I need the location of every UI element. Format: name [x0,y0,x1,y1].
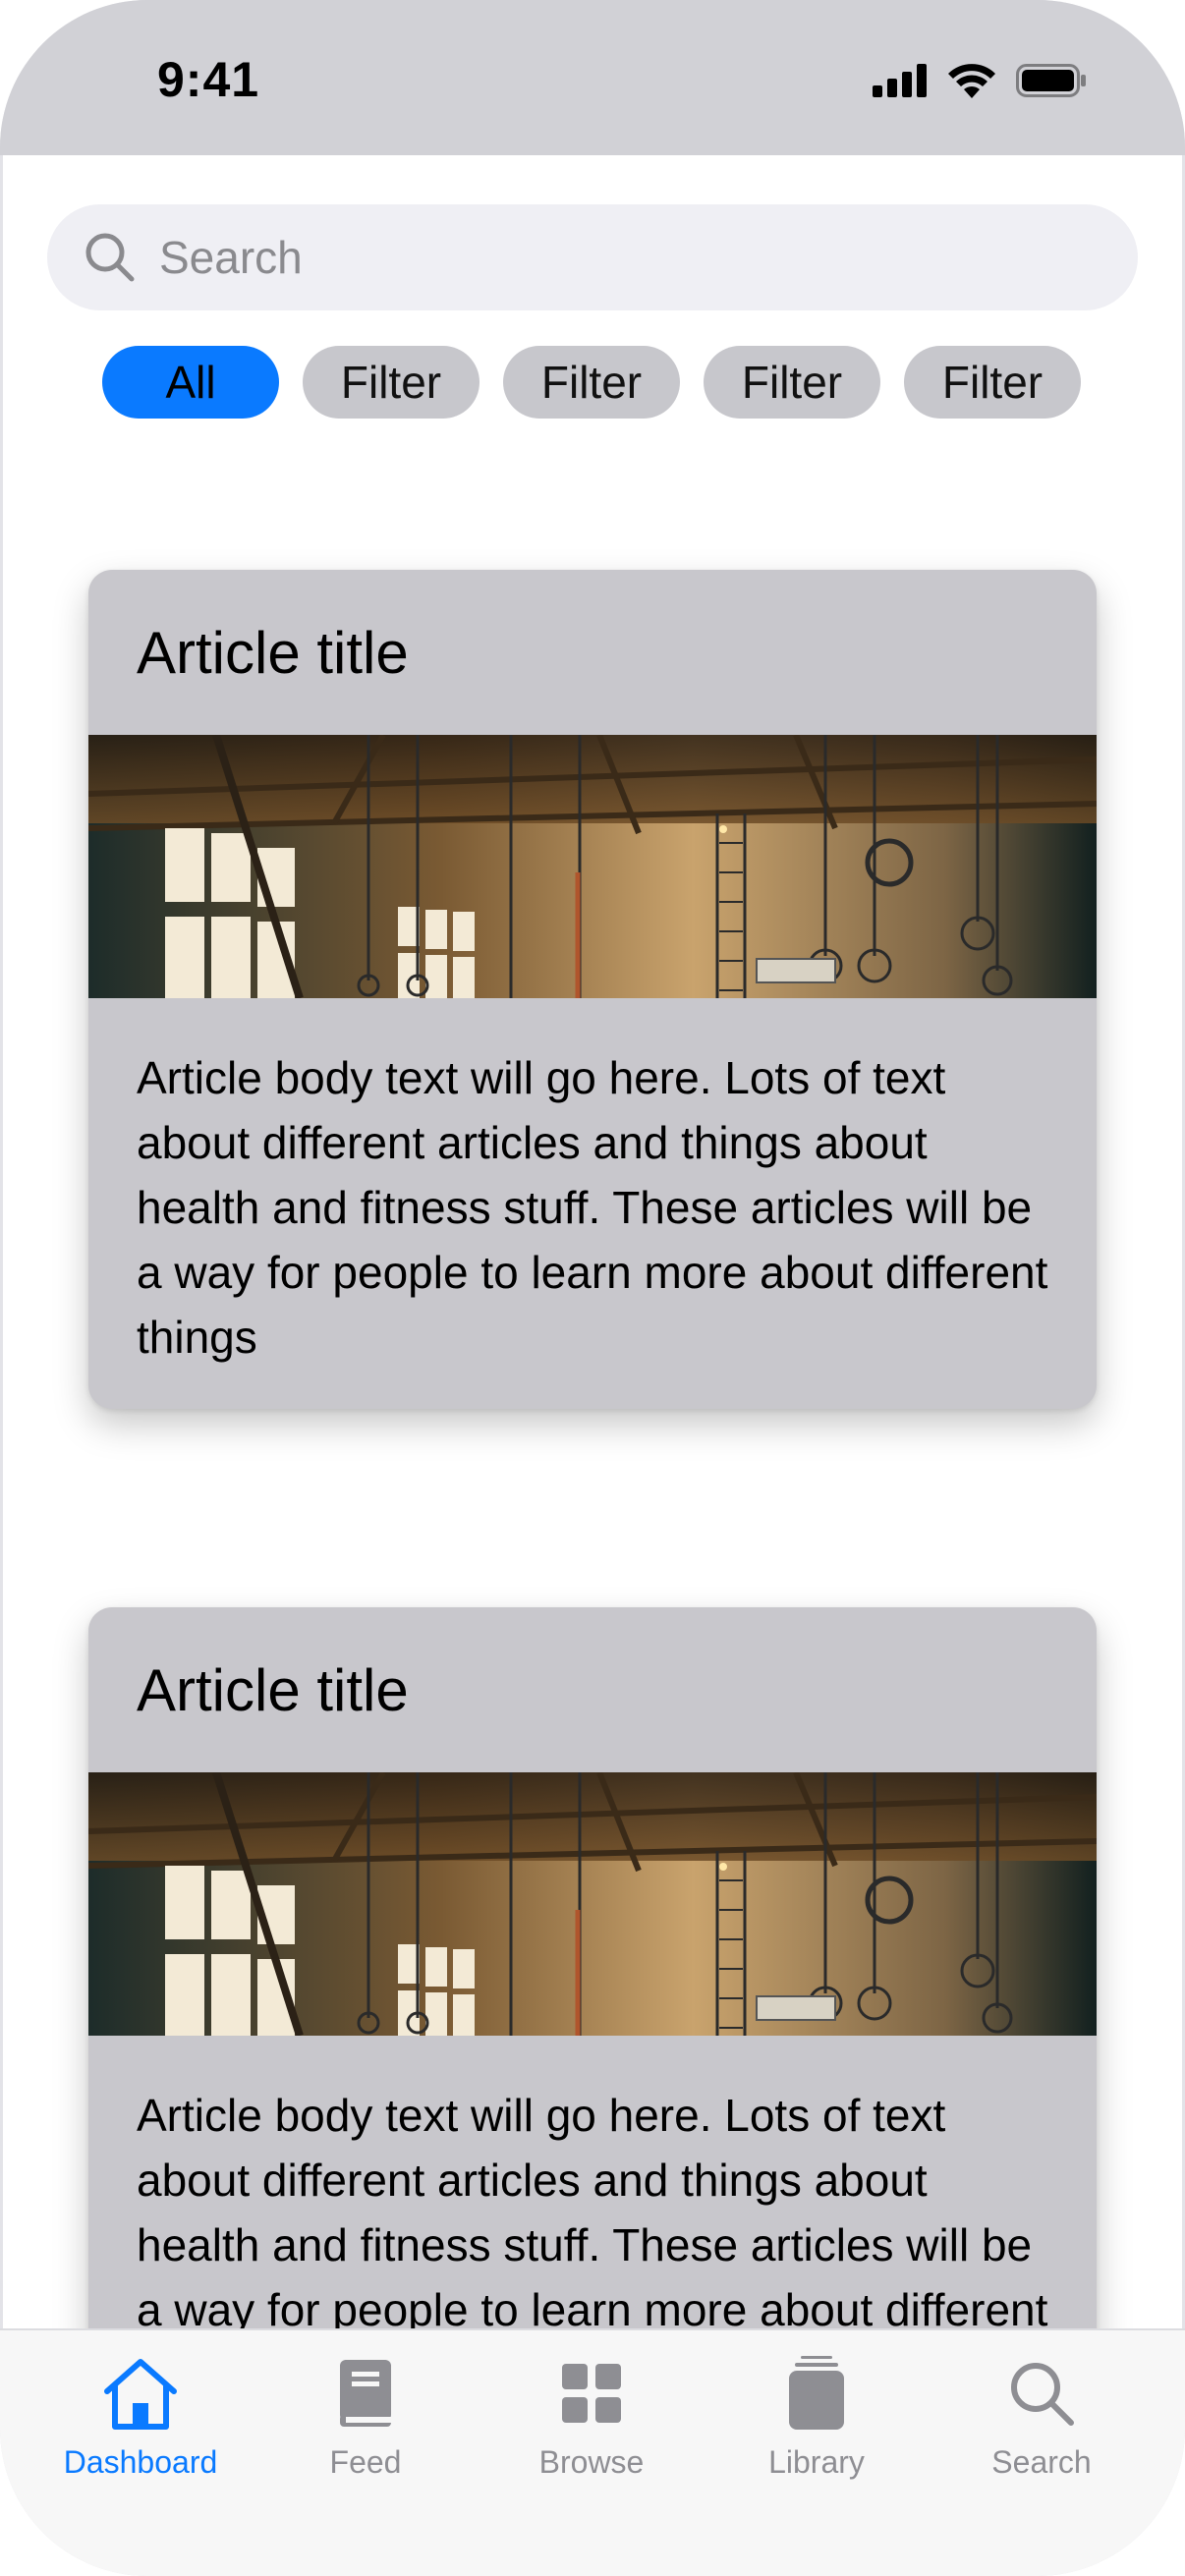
search-icon [85,233,135,282]
battery-icon [1016,64,1086,97]
article-body: Article body text will go here. Lots of … [137,1052,1048,1363]
tab-label: Feed [329,2444,402,2480]
cellular-signal-icon [873,64,927,97]
filter-chip[interactable]: Filter [704,346,880,419]
article-image [88,735,1097,998]
filter-chip[interactable]: Filter [503,346,680,419]
tab-search[interactable]: Search [943,2354,1140,2481]
tab-browse[interactable]: Browse [493,2354,690,2481]
article-title: Article title [137,619,409,686]
search-icon [1011,2363,1074,2426]
article-image [88,1772,1097,2036]
tab-bar: Dashboard Feed Browse Library Search [0,2328,1185,2576]
book-icon [340,2360,391,2427]
status-time: 9:41 [157,52,260,107]
tab-label: Browse [538,2444,645,2480]
tab-label: Library [768,2444,865,2480]
wifi-icon [948,64,995,98]
home-icon [104,2359,177,2430]
filter-chips: All Filter Filter Filter Filter [102,346,1081,419]
grid-icon [562,2364,621,2423]
stack-icon [789,2356,844,2430]
tab-dashboard[interactable]: Dashboard [42,2354,239,2481]
tab-label: Dashboard [63,2444,218,2480]
article-title: Article title [137,1656,409,1723]
article-card[interactable]: Article title Article body text will go … [88,1607,1097,2446]
tab-label: Search [991,2444,1092,2480]
filter-chip[interactable]: Filter [303,346,480,419]
filter-chip[interactable]: Filter [904,346,1081,419]
tab-library[interactable]: Library [718,2354,915,2481]
tab-feed[interactable]: Feed [267,2354,464,2481]
phone-screen: 9:41 Search All Filter Filter Filter Fil… [0,0,1185,2576]
status-bar: 9:41 [0,0,1185,155]
filter-chip-all[interactable]: All [102,346,279,419]
search-placeholder: Search [159,232,303,283]
search-bar[interactable]: Search [47,204,1138,310]
article-card[interactable]: Article title Article body text will go … [88,570,1097,1409]
